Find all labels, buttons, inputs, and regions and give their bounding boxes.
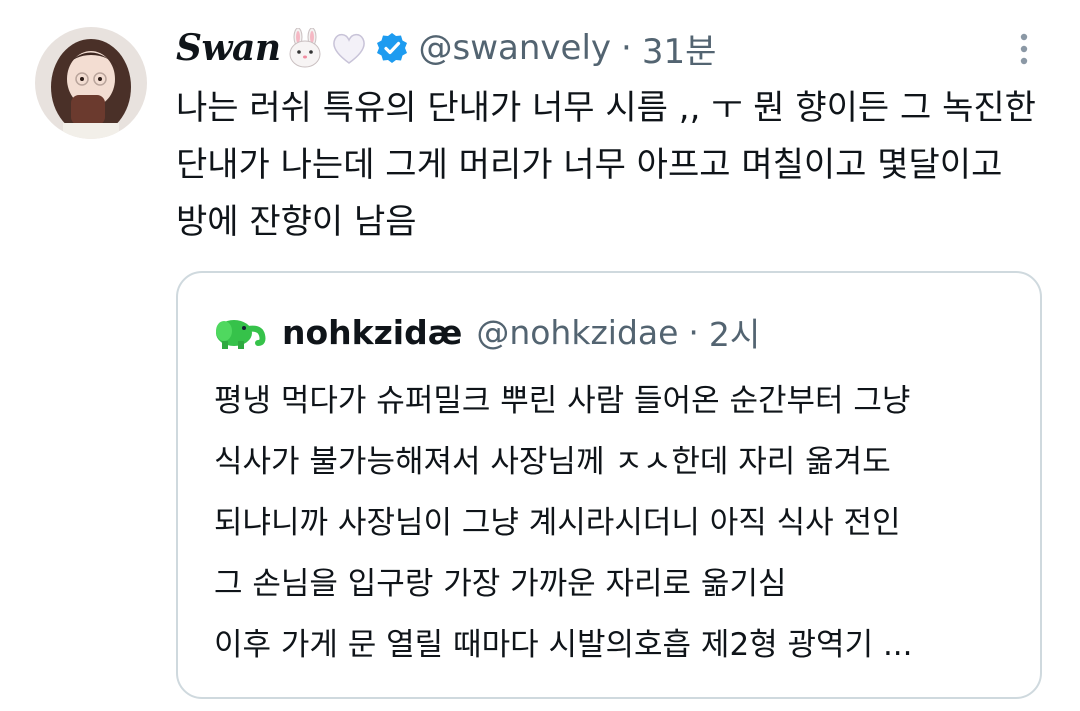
tweet-text-line: 방에 잔향이 남음 [176,202,417,242]
dot-separator: · [688,312,699,352]
quoted-author-handle[interactable]: @nohkzidae [476,313,678,352]
tweet: Swan @swanvely · 31분 나는 러쉬 특유의 단내가 너무 시름… [0,0,1080,711]
tweet-text-line: 나는 러쉬 특유의 단내가 너무 시름 ,, ㅜ 뭔 향이든 그 녹진한 [176,88,1036,128]
tweet-text-line: 단내가 나는데 그게 머리가 너무 아프고 며칠이고 몇달이고 [176,145,1003,185]
post-time[interactable]: 31분 [642,24,717,73]
quoted-text-line: 그 손님을 입구랑 가장 가까운 자리로 옮기심 [214,566,787,602]
quoted-text-line: 되냐니까 사장님이 그냥 계시라시더니 아직 식사 전인 [214,505,901,541]
quoted-text-line: 식사가 불가능해져서 사장님께 ㅈㅅ한데 자리 옮겨도 [214,444,891,480]
green-elephant-emoji-icon [212,313,268,351]
verified-badge-icon [375,31,409,65]
quoted-tweet-header: nohkzidæ @nohkzidae · 2시 [212,307,760,357]
author-handle[interactable]: @swanvely [419,28,612,68]
quoted-text-line: 평냉 먹다가 슈퍼밀크 뿌린 사람 들어온 순간부터 그냥 [214,383,911,419]
white-heart-emoji-icon [329,28,369,68]
quoted-tweet-text: 평냉 먹다가 슈퍼밀크 뿌린 사람 들어온 순간부터 그냥 식사가 불가능해져서… [214,371,1014,676]
more-options-icon[interactable] [1012,30,1036,68]
tweet-header: Swan @swanvely · 31분 [176,22,716,74]
quoted-post-time[interactable]: 2시 [709,308,760,356]
avatar[interactable] [35,27,147,139]
quoted-tweet-card[interactable]: nohkzidæ @nohkzidae · 2시 평냉 먹다가 슈퍼밀크 뿌린 … [176,271,1042,699]
author-display-name[interactable]: Swan [176,27,281,69]
quoted-author-display-name[interactable]: nohkzidæ [282,313,462,352]
tweet-text: 나는 러쉬 특유의 단내가 너무 시름 ,, ㅜ 뭔 향이든 그 녹진한 단내가… [176,80,1056,251]
rabbit-face-emoji-icon [285,27,325,68]
quoted-text-line: 이후 가게 문 열릴 때마다 시발의호흡 제2형 광역기 ... [214,627,913,663]
dot-separator: · [621,28,632,68]
